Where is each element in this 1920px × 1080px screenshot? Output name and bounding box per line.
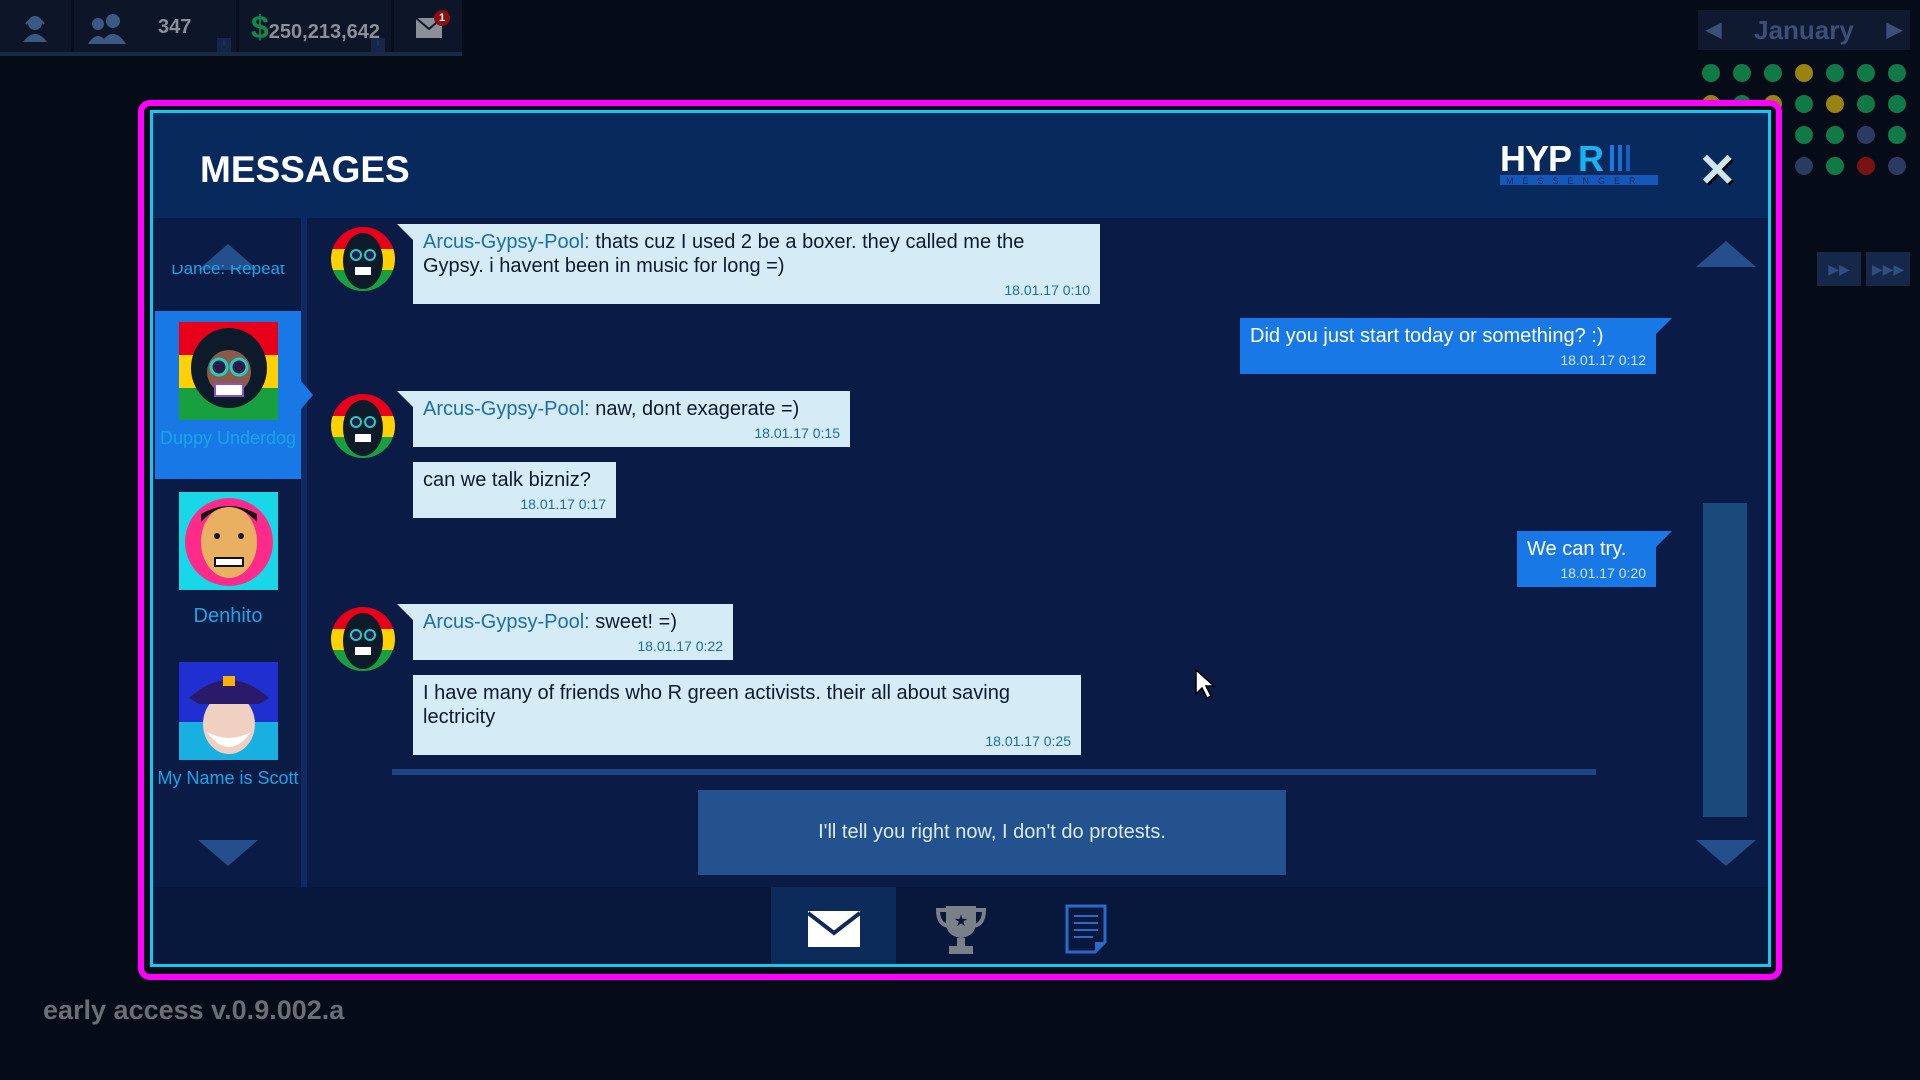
staff-count: 347 <box>158 16 192 38</box>
message-text: can we talk bizniz? <box>423 469 591 491</box>
message-time: 18.01.17 0:15 <box>754 425 840 441</box>
message-time: 18.01.17 0:12 <box>1560 352 1646 368</box>
calendar-day-dot[interactable] <box>1857 64 1875 82</box>
contact-name: Duppy Underdog <box>159 428 297 448</box>
message-text: Did you just start today or something? :… <box>1250 325 1604 347</box>
mouse-cursor-icon <box>1195 668 1216 700</box>
thread-scrollbar-thumb[interactable] <box>1703 503 1747 817</box>
message-time: 18.01.17 0:22 <box>637 638 723 654</box>
prev-month-icon[interactable]: ◀ <box>1706 10 1721 50</box>
calendar-day-dot[interactable] <box>1826 64 1844 82</box>
calendar-day-dot[interactable] <box>1826 157 1844 175</box>
svg-text:R: R <box>1578 141 1604 179</box>
close-button[interactable]: ✕ <box>1698 143 1737 197</box>
calendar-day-dot[interactable] <box>1857 157 1875 175</box>
reply-option-button[interactable]: I'll tell you right now, I don't do prot… <box>698 790 1286 875</box>
messages-window: MESSAGES HYP R MESSENGER ✕ Dance: Repeat… <box>150 110 1771 967</box>
message-bubble-own: Did you just start today or something? :… <box>1240 318 1672 374</box>
divider <box>301 218 307 888</box>
contact-item-my-name-is-scott[interactable]: My Name is Scott <box>155 662 301 788</box>
avatar <box>178 492 278 590</box>
scroll-down-icon[interactable] <box>198 840 258 866</box>
message-bubble: can we talk bizniz? 18.01.17 0:17 <box>413 462 616 518</box>
avatar <box>178 322 278 420</box>
bottom-tabs: ★ <box>153 887 1768 964</box>
contact-item-duppy-underdog[interactable]: Duppy Underdog <box>155 311 301 479</box>
calendar-month: ◀ January ▶ <box>1698 10 1910 50</box>
calendar-day-dot[interactable] <box>1733 64 1751 82</box>
message-text: We can try. <box>1527 538 1627 560</box>
contact-list: Dance: Repeat Duppy Underdog Denhito My … <box>155 218 301 888</box>
calendar-day-dot[interactable] <box>1795 95 1813 113</box>
info-icon[interactable]: i <box>371 38 385 52</box>
sender-avatar <box>331 607 395 671</box>
calendar-day-dot[interactable] <box>1888 157 1906 175</box>
svg-text:MESSENGER: MESSENGER <box>1506 176 1645 186</box>
calendar-day-dot[interactable] <box>1795 126 1813 144</box>
thread-scroll-down-icon[interactable] <box>1696 840 1756 866</box>
calendar-day-dot[interactable] <box>1888 95 1906 113</box>
sender-avatar <box>331 394 395 458</box>
hypr-messenger-logo: HYP R MESSENGER <box>1500 141 1658 186</box>
message-time: 18.01.17 0:17 <box>520 496 606 512</box>
avatar <box>178 662 278 760</box>
calendar-day-dot[interactable] <box>1764 64 1782 82</box>
tab-achievements[interactable]: ★ <box>898 887 1023 964</box>
contact-name-clipped: Dance: Repeat <box>171 265 285 277</box>
sender-name: Arcus-Gypsy-Pool: <box>423 231 590 253</box>
version-label: early access v.0.9.002.a <box>43 995 345 1025</box>
sender-avatar <box>331 227 395 291</box>
message-text: sweet! =) <box>595 611 677 633</box>
message-time: 18.01.17 0:20 <box>1560 565 1646 581</box>
contact-name: Denhito <box>193 605 263 627</box>
message-bubble: Arcus-Gypsy-Pool: thats cuz I used 2 be … <box>397 224 1100 304</box>
speed-fast-button[interactable]: ▶▶ <box>1817 252 1861 286</box>
top-status-bar: 347 i $250,213,642 i 1 <box>0 0 462 56</box>
speed-fastest-button[interactable]: ▶▶▶ <box>1866 252 1910 286</box>
message-bubble: Arcus-Gypsy-Pool: sweet! =) 18.01.17 0:22 <box>397 604 733 660</box>
manager-headset-icon[interactable] <box>20 12 50 44</box>
message-text: I have many of friends who R green activ… <box>423 682 1010 728</box>
mail-icon <box>807 910 860 947</box>
contact-name: My Name is Scott <box>157 768 299 788</box>
staff-icon[interactable] <box>88 12 126 44</box>
tab-log[interactable] <box>1023 887 1148 964</box>
mail-badge: 1 <box>434 10 450 26</box>
svg-text:★: ★ <box>953 913 967 930</box>
tab-messages[interactable] <box>771 887 896 964</box>
month-label: January <box>1754 15 1854 45</box>
calendar-day-dot[interactable] <box>1888 126 1906 144</box>
calendar-day-dot[interactable] <box>1702 64 1720 82</box>
money-amount: $250,213,642 <box>251 9 381 45</box>
active-pointer <box>301 381 313 409</box>
window-header: MESSAGES HYP R MESSENGER ✕ <box>153 113 1768 218</box>
message-bubble-own: We can try. 18.01.17 0:20 <box>1517 531 1672 587</box>
calendar-day-dot[interactable] <box>1795 157 1813 175</box>
message-text: naw, dont exagerate =) <box>595 398 800 420</box>
calendar-day-dot[interactable] <box>1857 95 1875 113</box>
sender-name: Arcus-Gypsy-Pool: <box>423 398 590 420</box>
info-icon[interactable]: i <box>217 38 231 52</box>
contact-item-denhito[interactable]: Denhito <box>155 492 301 626</box>
thread-divider <box>392 769 1596 775</box>
calendar-day-dot[interactable] <box>1826 95 1844 113</box>
trophy-icon: ★ <box>935 905 986 954</box>
calendar-day-dot[interactable] <box>1888 64 1906 82</box>
message-time: 18.01.17 0:25 <box>985 733 1071 749</box>
message-time: 18.01.17 0:10 <box>1004 282 1090 298</box>
sender-name: Arcus-Gypsy-Pool: <box>423 611 590 633</box>
calendar-day-dot[interactable] <box>1795 64 1813 82</box>
document-icon <box>1065 904 1106 953</box>
next-month-icon[interactable]: ▶ <box>1887 10 1902 50</box>
page-title: MESSAGES <box>200 149 410 190</box>
svg-text:HYP: HYP <box>1500 141 1571 179</box>
thread-scroll-up-icon[interactable] <box>1696 241 1756 267</box>
message-bubble: Arcus-Gypsy-Pool: naw, dont exagerate =)… <box>397 391 850 447</box>
calendar-day-dot[interactable] <box>1857 126 1875 144</box>
calendar-day-dot[interactable] <box>1826 126 1844 144</box>
message-bubble: I have many of friends who R green activ… <box>413 675 1081 755</box>
